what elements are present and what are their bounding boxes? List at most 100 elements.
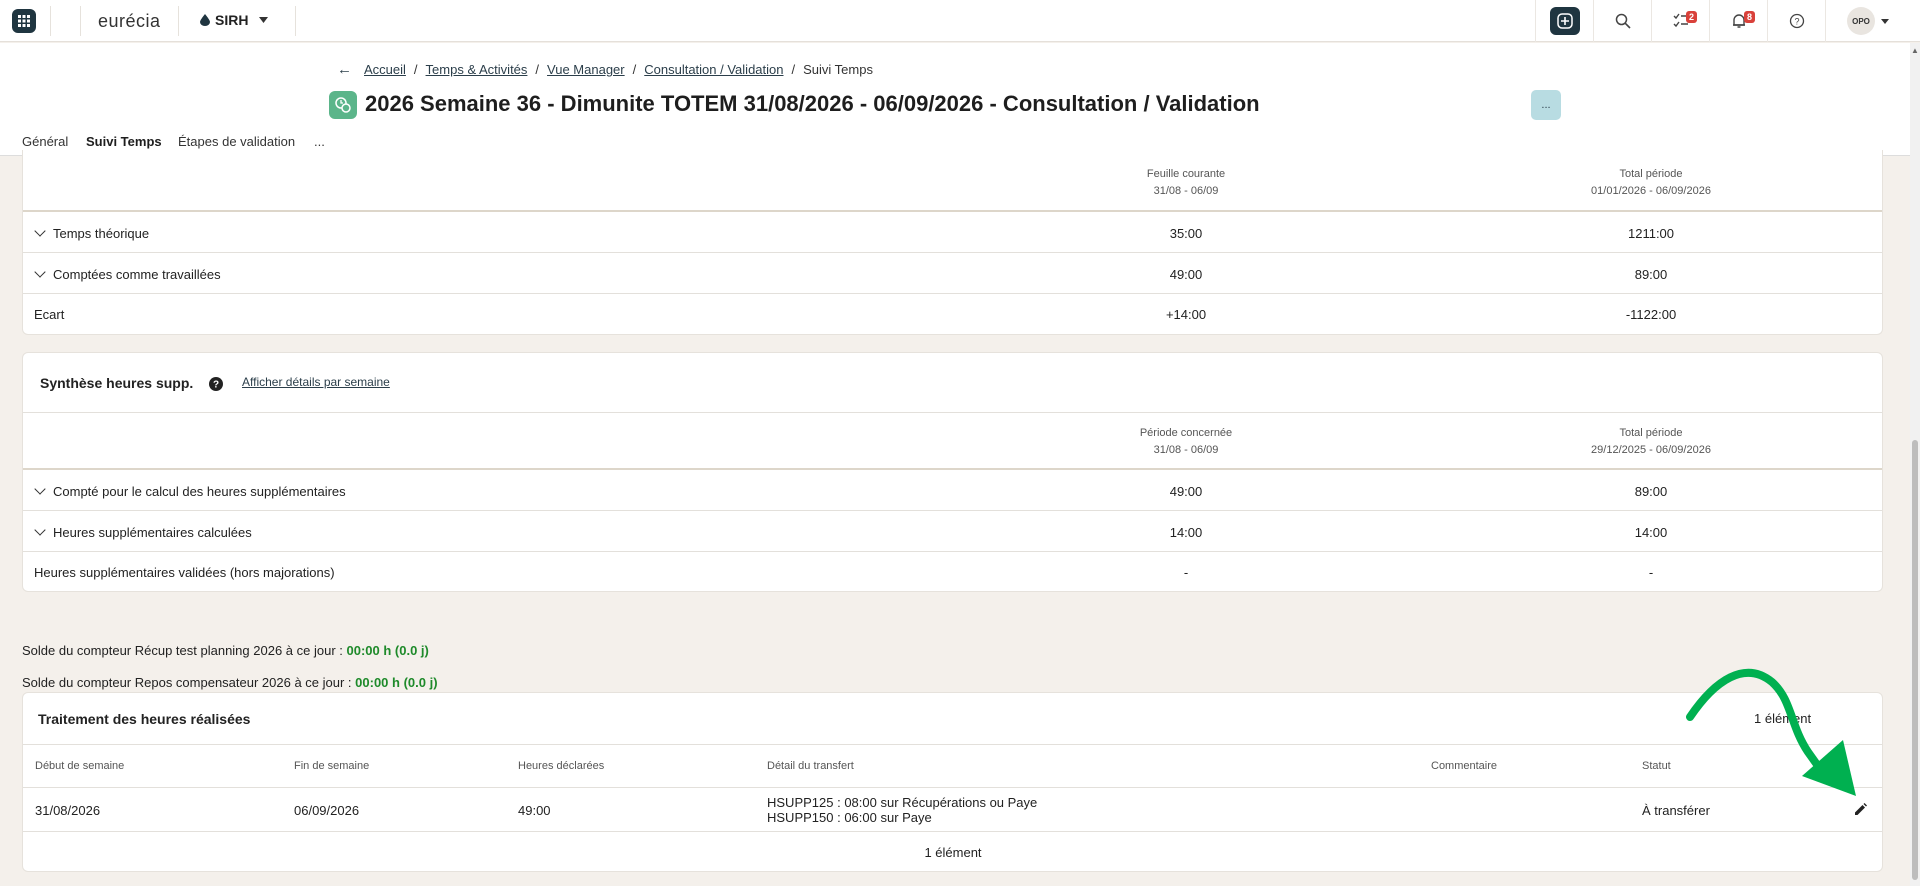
add-button[interactable] [1535, 0, 1593, 42]
balance-line: Solde du compteur Récup test planning 20… [22, 643, 429, 658]
element-count: 1 élément [1754, 711, 1812, 726]
breadcrumb-consultation-validation[interactable]: Consultation / Validation [644, 62, 783, 77]
tab-more[interactable]: ... [314, 134, 325, 149]
balance-value: 00:00 h (0.0 j) [355, 675, 438, 690]
chevron-down-icon[interactable] [34, 524, 46, 536]
row-value: -1122:00 [1625, 307, 1677, 322]
divider [50, 6, 51, 36]
transfer-line: HSUPP125 : 08:00 sur Récupérations ou Pa… [767, 795, 1038, 810]
breadcrumb-accueil[interactable]: Accueil [364, 62, 406, 77]
module-selector[interactable]: SIRH [200, 12, 269, 28]
svg-text:?: ? [213, 380, 219, 391]
col-header[interactable]: Détail du transfert [767, 758, 854, 775]
time-tracking-icon [329, 91, 357, 119]
avatar: OPO [1847, 7, 1875, 35]
row-value: 49:00 [1169, 267, 1203, 282]
cell-declared-hours: 49:00 [518, 803, 551, 818]
tab-etapes-validation[interactable]: Étapes de validation [178, 134, 295, 149]
breadcrumb-vue-manager[interactable]: Vue Manager [547, 62, 625, 77]
table-row: Ecart +14:00 -1122:00 [23, 294, 1882, 334]
show-weekly-details-link[interactable]: Afficher détails par semaine [242, 375, 390, 389]
table-row: 31/08/2026 06/09/2026 49:00 HSUPP125 : 0… [23, 788, 1882, 832]
search-icon [1615, 13, 1631, 29]
col-header-label: Période concernée [1139, 427, 1233, 439]
page-header: ← Accueil / Temps & Activités / Vue Manage… [0, 43, 1910, 156]
edit-pencil-icon[interactable] [1854, 803, 1867, 819]
balance-label: Solde du compteur Repos compensateur 202… [22, 675, 356, 690]
page-title: 2026 Semaine 36 - Dimunite TOTEM 31/08/2… [365, 91, 1260, 116]
col-header-sub: 31/08 - 06/09 [1153, 444, 1219, 456]
scrollbar[interactable]: ▲ [1910, 43, 1920, 886]
breadcrumb-temps-activites[interactable]: Temps & Activités [426, 62, 528, 77]
row-label-text: Comptées comme travaillées [53, 267, 221, 282]
col-header-label: Total période [1619, 427, 1683, 439]
col-header: Total période 29/12/2025 - 06/09/2026 [1591, 425, 1711, 459]
divider [178, 6, 179, 36]
processing-title-row: Traitement des heures réalisées 1 élémen… [23, 693, 1882, 745]
chevron-down-icon[interactable] [34, 225, 46, 237]
table-row[interactable]: Comptées comme travaillées 49:00 89:00 [23, 253, 1882, 294]
chevron-down-icon [1881, 18, 1889, 24]
row-value: 14:00 [1634, 525, 1668, 540]
table-row[interactable]: Compté pour le calcul des heures supplém… [23, 470, 1882, 511]
module-label: SIRH [215, 12, 249, 28]
row-value: 89:00 [1634, 267, 1668, 282]
element-count: 1 élément [924, 845, 982, 860]
eurecia-logo[interactable]: eurécia [98, 11, 161, 32]
table-row[interactable]: Temps théorique 35:00 1211:00 [23, 212, 1882, 253]
row-label-text: Heures supplémentaires calculées [53, 525, 252, 540]
col-header-sub: 01/01/2026 - 06/09/2026 [1591, 185, 1711, 197]
overtime-title-row: Synthèse heures supp. ? Afficher détails… [23, 353, 1882, 413]
drop-icon [200, 14, 210, 26]
divider [295, 6, 296, 36]
processing-card: Traitement des heures réalisées 1 élémen… [22, 692, 1883, 872]
processing-title: Traitement des heures réalisées [38, 711, 251, 727]
grid-icon [18, 15, 30, 27]
divider [80, 6, 81, 36]
chevron-down-icon[interactable] [34, 483, 46, 495]
col-header-sub: 31/08 - 06/09 [1153, 185, 1219, 197]
col-header: Feuille courante 31/08 - 06/09 [1147, 166, 1225, 200]
notifications-button[interactable]: 8 [1709, 0, 1767, 42]
search-button[interactable] [1593, 0, 1651, 42]
more-actions-button[interactable]: ... [1531, 90, 1561, 120]
col-header[interactable]: Début de semaine [35, 758, 124, 775]
tab-general[interactable]: Général [22, 134, 68, 149]
col-header-sub: 29/12/2025 - 06/09/2026 [1591, 444, 1711, 456]
row-value: 1211:00 [1627, 226, 1675, 241]
overtime-title: Synthèse heures supp. [40, 375, 194, 391]
back-arrow-icon[interactable]: ← [337, 61, 352, 78]
col-header-label: Total période [1619, 168, 1683, 180]
balance-label: Solde du compteur Récup test planning 20… [22, 643, 347, 658]
processing-header-row: Début de semaine Fin de semaine Heures d… [23, 745, 1882, 788]
tasks-badge: 2 [1686, 11, 1698, 23]
chevron-down-icon[interactable] [34, 266, 46, 278]
row-value: +14:00 [1165, 307, 1207, 322]
scroll-up-icon[interactable]: ▲ [1911, 46, 1919, 55]
tasks-button[interactable]: 2 [1651, 0, 1709, 42]
scroll-thumb[interactable] [1912, 440, 1918, 880]
col-header[interactable]: Commentaire [1431, 758, 1497, 775]
col-header[interactable]: Fin de semaine [294, 758, 369, 775]
transfer-line: HSUPP150 : 06:00 sur Paye [767, 810, 932, 825]
cell-end-week: 06/09/2026 [294, 803, 360, 818]
col-header[interactable]: Statut [1642, 758, 1671, 775]
help-button[interactable]: ? [1767, 0, 1825, 42]
pagination-row: 1 élément [23, 832, 1882, 872]
cell-status: À transférer [1642, 803, 1710, 818]
row-value: - [1648, 565, 1654, 580]
user-menu[interactable]: OPO [1825, 0, 1910, 42]
row-value: 14:00 [1169, 525, 1203, 540]
app-grid-icon[interactable] [12, 9, 36, 33]
col-header[interactable]: Heures déclarées [518, 758, 604, 775]
question-circle-icon[interactable]: ? [209, 377, 223, 394]
summary-header-row: Feuille courante 31/08 - 06/09 Total pér… [23, 150, 1882, 212]
table-row[interactable]: Heures supplémentaires calculées 14:00 1… [23, 511, 1882, 552]
breadcrumb-separator: / [791, 62, 796, 77]
time-summary-card: Feuille courante 31/08 - 06/09 Total pér… [22, 150, 1883, 335]
row-label: Compté pour le calcul des heures supplém… [34, 483, 346, 499]
row-label: Heures supplémentaires validées (hors ma… [34, 565, 335, 580]
breadcrumb-current: Suivi Temps [803, 62, 873, 77]
cell-start-week: 31/08/2026 [35, 803, 101, 818]
row-value: - [1183, 565, 1189, 580]
